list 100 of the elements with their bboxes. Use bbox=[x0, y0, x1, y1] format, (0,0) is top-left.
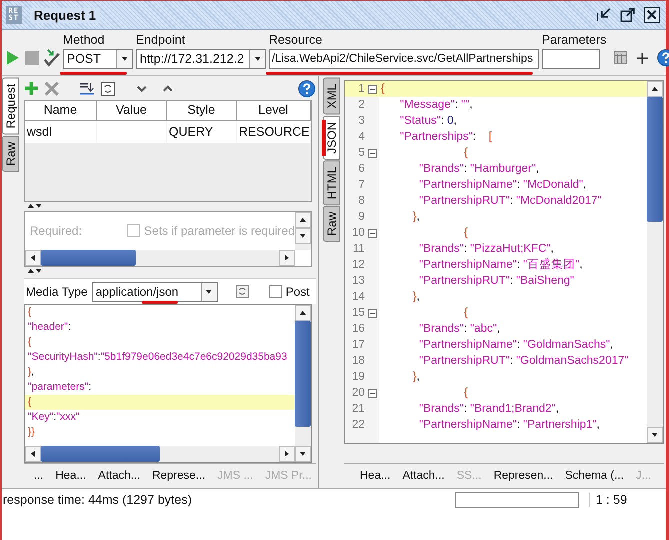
right-arrow-icon[interactable] bbox=[283, 450, 291, 458]
field-label: Parameters bbox=[542, 33, 607, 48]
code-line: "Brands": "abc", bbox=[418, 322, 500, 337]
code-line: }, bbox=[412, 290, 420, 305]
line-number: 21 bbox=[351, 402, 366, 417]
down-arrow-icon[interactable] bbox=[254, 55, 262, 63]
code-line: "PartnershipRUT": "GoldmanSachs2017" bbox=[418, 354, 629, 369]
resource-field[interactable]: /Lisa.WebApi2/ChileService.svc/GetAllPartnerships bbox=[269, 49, 539, 69]
right-arrow-icon[interactable] bbox=[283, 254, 291, 262]
collapse-icon[interactable] bbox=[368, 228, 377, 238]
left-arrow-icon[interactable] bbox=[29, 450, 37, 458]
line-number: 19 bbox=[351, 370, 366, 385]
code-line: { bbox=[463, 386, 468, 401]
line-number: 17 bbox=[351, 338, 366, 353]
code-line: "Partnerships": [ bbox=[399, 130, 492, 145]
bottom-tab[interactable]: ... bbox=[28, 466, 50, 486]
down-arrow-icon[interactable] bbox=[205, 288, 214, 296]
line-number: 6 bbox=[358, 162, 366, 177]
maximize-arrow-icon[interactable] bbox=[620, 7, 636, 23]
close-icon[interactable] bbox=[644, 7, 660, 23]
code-line: "Status": 0, bbox=[399, 114, 457, 129]
bottom-tab[interactable]: Attach... bbox=[92, 466, 146, 486]
bottom-tab[interactable]: Represe... bbox=[146, 466, 212, 486]
code-line: "PartnershipName": "GoldmanSachs", bbox=[418, 338, 614, 353]
code-line: { bbox=[463, 226, 468, 241]
code-line: { bbox=[28, 305, 32, 320]
line-number: 13 bbox=[351, 274, 366, 289]
table-cell bbox=[97, 120, 167, 143]
up-arrow-icon[interactable] bbox=[651, 85, 659, 93]
left-arrow-icon[interactable] bbox=[29, 254, 37, 262]
splitter-arrows-icon[interactable] bbox=[28, 203, 42, 210]
cursor-position: 1 : 59 bbox=[589, 493, 666, 507]
side-tab[interactable]: Raw bbox=[323, 206, 340, 242]
line-number: 5 bbox=[358, 146, 366, 161]
side-tab[interactable]: Raw bbox=[2, 136, 19, 172]
parameters-field[interactable] bbox=[542, 49, 600, 69]
side-tab[interactable]: XML bbox=[323, 78, 340, 115]
code-line: "PartnershipRUT": "McDonald2017" bbox=[418, 194, 602, 209]
move-up-icon[interactable] bbox=[163, 84, 173, 93]
line-number: 14 bbox=[351, 290, 366, 305]
down-arrow-icon[interactable] bbox=[651, 431, 659, 439]
horizontal-scrollbar[interactable] bbox=[25, 446, 295, 462]
up-arrow-icon[interactable] bbox=[299, 309, 307, 318]
line-number: 20 bbox=[351, 386, 366, 401]
move-down-icon[interactable] bbox=[137, 84, 147, 93]
side-tab[interactable]: Request bbox=[2, 78, 19, 135]
bottom-tab[interactable]: Represen... bbox=[488, 466, 560, 486]
endpoint-dropdown[interactable]: http://172.31.212.2 bbox=[136, 49, 266, 69]
table-settings-icon[interactable] bbox=[614, 51, 628, 65]
down-arrow-icon[interactable] bbox=[120, 55, 128, 63]
up-arrow-icon[interactable] bbox=[299, 216, 307, 224]
code-line: { bbox=[463, 146, 468, 161]
line-number: 7 bbox=[358, 178, 366, 193]
bottom-tab[interactable]: Hea... bbox=[354, 466, 397, 486]
media-type-dropdown[interactable]: application/json bbox=[92, 282, 218, 302]
column-header[interactable]: Style bbox=[167, 100, 237, 121]
add-icon[interactable] bbox=[636, 52, 649, 64]
collapse-icon[interactable] bbox=[368, 388, 377, 398]
url-arrow-icon[interactable] bbox=[79, 82, 95, 96]
table-cell: QUERY bbox=[167, 120, 237, 143]
bottom-tab[interactable]: Schema (... bbox=[559, 466, 630, 486]
code-line: "PartnershipName": "Partnership1", bbox=[418, 418, 600, 433]
collapse-icon[interactable] bbox=[368, 148, 377, 158]
column-header[interactable]: Value bbox=[97, 100, 167, 121]
code-line: { bbox=[463, 306, 468, 321]
down-arrow-icon[interactable] bbox=[299, 232, 307, 240]
collapse-icon[interactable] bbox=[368, 84, 377, 94]
line-number: 4 bbox=[358, 130, 366, 145]
code-line: "SecurityHash":"5b1f979e06ed3e4c7e6c92029d35ba93 bbox=[28, 350, 288, 366]
bottom-tab[interactable]: Attach... bbox=[396, 466, 451, 486]
code-line: "Brands": "PizzaHut;KFC", bbox=[418, 242, 554, 257]
post-query-checkbox[interactable] bbox=[268, 285, 282, 298]
splitter-arrows-icon[interactable] bbox=[28, 268, 42, 274]
bottom-tab[interactable]: Hea... bbox=[50, 466, 92, 486]
check-arrow-icon[interactable] bbox=[44, 49, 60, 67]
line-number: 18 bbox=[351, 354, 366, 369]
code-line: { bbox=[28, 395, 32, 410]
status-text: response time: 44ms (1297 bytes) bbox=[2, 493, 193, 507]
column-header[interactable]: Level bbox=[237, 100, 311, 121]
column-header[interactable]: Name bbox=[25, 100, 97, 121]
line-number: 12 bbox=[351, 258, 366, 273]
code-line: "PartnershipRUT": "BaiSheng" bbox=[418, 274, 574, 289]
refresh-icon[interactable] bbox=[101, 82, 115, 96]
line-number: 8 bbox=[358, 194, 366, 209]
code-line: "PartnershipName": "百盛集团", bbox=[418, 258, 583, 273]
field-label: Endpoint bbox=[136, 33, 186, 48]
method-dropdown[interactable]: POST bbox=[63, 49, 133, 69]
vertical-scrollbar[interactable] bbox=[647, 81, 663, 443]
checkbox-label: Post bbox=[286, 284, 310, 299]
code-line: "header": bbox=[28, 320, 72, 336]
help-icon[interactable] bbox=[298, 80, 316, 98]
refresh-icon[interactable] bbox=[236, 285, 249, 298]
line-number: 2 bbox=[358, 98, 366, 113]
required-label: Required: bbox=[30, 224, 84, 238]
down-arrow-icon[interactable] bbox=[299, 450, 307, 458]
checkbox-label: Sets if parameter is required bbox=[144, 224, 295, 238]
collapse-icon[interactable] bbox=[368, 308, 377, 318]
minimize-arrow-icon[interactable] bbox=[596, 7, 612, 23]
vertical-scrollbar[interactable] bbox=[295, 305, 311, 462]
side-tab[interactable]: HTML bbox=[323, 160, 340, 206]
